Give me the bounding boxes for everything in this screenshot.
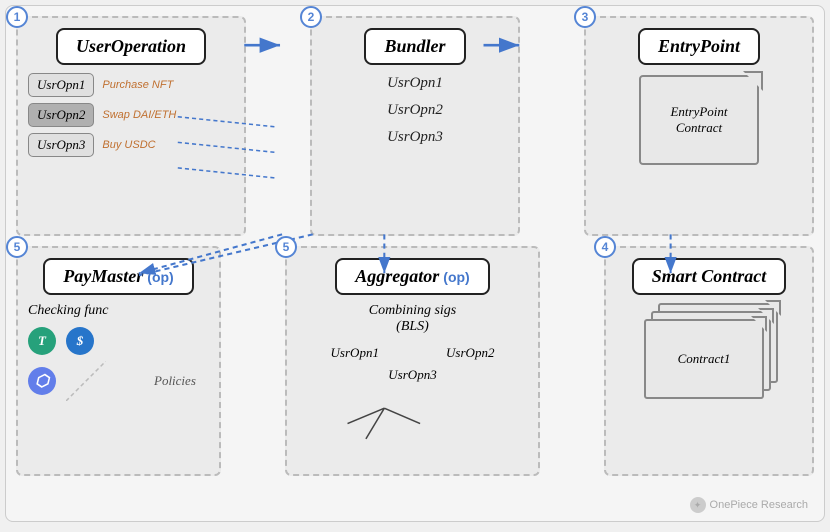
tether-coin: T (28, 327, 56, 355)
userop-desc-3: Buy USDC (102, 139, 155, 151)
top-row: 1 UserOperation UsrOpn1 Purchase NFT Usr… (16, 16, 814, 236)
coin-row: T $ (28, 327, 209, 355)
bundler-header: Bundler (364, 28, 465, 65)
dashed-diagonal-box (66, 361, 106, 401)
arrow-space-1 (258, 16, 298, 236)
userop-desc-1: Purchase NFT (102, 79, 173, 91)
list-item: UsrOpn2 (446, 345, 494, 361)
bundler-header-wrap: Bundler (322, 28, 508, 65)
paymaster-header: PayMaster(op) (43, 258, 193, 295)
paymaster-header-wrap: PayMaster(op) (28, 258, 209, 295)
aggregator-header-wrap: Aggregator(op) (297, 258, 528, 295)
list-item: UsrOpn2 (387, 102, 443, 119)
eth-policies-row: ⬡ Policies (28, 361, 209, 401)
main-diagram: 1 UserOperation UsrOpn1 Purchase NFT Usr… (5, 5, 825, 522)
section-number-5a: 5 (6, 236, 28, 258)
bottom-row: 5 PayMaster(op) Checking func T $ ⬡ (16, 246, 814, 476)
policies-label: Policies (154, 373, 196, 389)
paymaster-op-label: (op) (147, 269, 173, 285)
aggregator-ops-row: UsrOpn1 UsrOpn2 (297, 345, 528, 361)
section-bundler: 2 Bundler UsrOpn1 UsrOpn2 UsrOpn3 (310, 16, 520, 236)
section-number-5b: 5 (275, 236, 297, 258)
section-number-4: 4 (594, 236, 616, 258)
userop-label-3: UsrOpn3 (28, 133, 94, 157)
contract-stack: Contract1 (644, 303, 774, 413)
contract1-label: Contract1 (678, 351, 731, 367)
section-useroperation: 1 UserOperation UsrOpn1 Purchase NFT Usr… (16, 16, 246, 236)
diagonal-lines-svg (66, 361, 106, 401)
userop-header-wrap: UserOperation (28, 28, 234, 65)
aggregator-op-label: (op) (443, 269, 469, 285)
section-number-3: 3 (574, 6, 596, 28)
paymaster-header-text: PayMaster (63, 266, 143, 286)
section-number-1: 1 (6, 6, 28, 28)
bundler-items-list: UsrOpn1 UsrOpn2 UsrOpn3 (322, 75, 508, 146)
list-item: UsrOpn3 (387, 129, 443, 146)
aggregator-op3: UsrOpn3 (297, 367, 528, 383)
aggregator-content: Combining sigs(BLS) UsrOpn1 UsrOpn2 UsrO… (297, 303, 528, 383)
contract-box-front: Contract1 (644, 319, 764, 399)
arrow-space-2 (532, 16, 572, 236)
list-item: UsrOpn1 Purchase NFT (28, 73, 234, 97)
list-item: UsrOpn3 Buy USDC (28, 133, 234, 157)
section-aggregator: 5 Aggregator(op) Combining sigs(BLS) Usr… (285, 246, 540, 476)
paymaster-content: Checking func T $ ⬡ Policies (28, 303, 209, 401)
entrypoint-header-wrap: EntryPoint (596, 28, 802, 65)
section-number-2: 2 (300, 6, 322, 28)
userop-items-list: UsrOpn1 Purchase NFT UsrOpn2 Swap DAI/ET… (28, 73, 234, 157)
section-smartcontract: 4 Smart Contract Contract1 (604, 246, 814, 476)
list-item: UsrOpn2 Swap DAI/ETH (28, 103, 234, 127)
entrypoint-contract-label: EntryPointContract (670, 104, 727, 136)
watermark-text: OnePiece Research (710, 499, 808, 511)
section-entrypoint: 3 EntryPoint EntryPointContract (584, 16, 814, 236)
section-paymaster: 5 PayMaster(op) Checking func T $ ⬡ (16, 246, 221, 476)
smartcontract-header-wrap: Smart Contract (616, 258, 802, 295)
aggregator-header-text: Aggregator (355, 266, 439, 286)
aggregator-header: Aggregator(op) (335, 258, 489, 295)
watermark-icon: ✦ (690, 497, 706, 513)
entrypoint-contract-box: EntryPointContract (639, 75, 759, 165)
bottom-space-1 (233, 246, 273, 476)
userop-label-2: UsrOpn2 (28, 103, 94, 127)
usdc-coin: $ (66, 327, 94, 355)
list-item: UsrOpn1 (331, 345, 379, 361)
bottom-space-2 (552, 246, 592, 476)
userop-desc-2: Swap DAI/ETH (102, 109, 176, 121)
combining-sigs-label: Combining sigs(BLS) (297, 303, 528, 335)
checking-func-label: Checking func (28, 303, 209, 319)
userop-label-1: UsrOpn1 (28, 73, 94, 97)
watermark: ✦ OnePiece Research (690, 497, 808, 513)
smartcontract-header: Smart Contract (632, 258, 787, 295)
list-item: UsrOpn1 (387, 75, 443, 92)
entrypoint-header: EntryPoint (638, 28, 760, 65)
userop-header: UserOperation (56, 28, 206, 65)
eth-coin: ⬡ (28, 367, 56, 395)
